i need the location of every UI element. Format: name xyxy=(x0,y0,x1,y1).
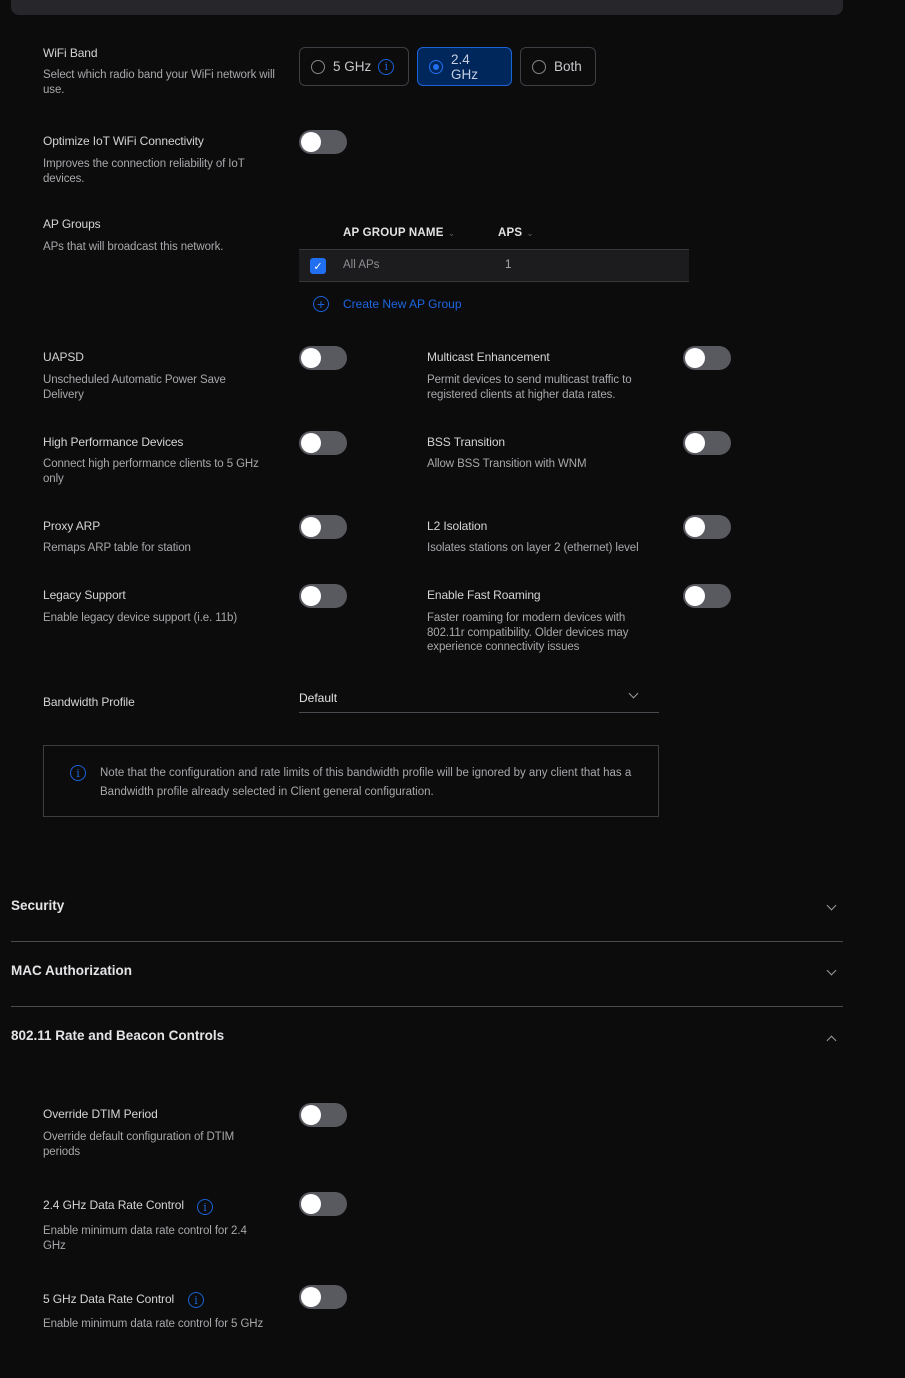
toggle-knob xyxy=(301,1194,321,1214)
toggle-knob xyxy=(301,433,321,453)
toggle-knob xyxy=(685,433,705,453)
info-icon: i xyxy=(70,765,86,781)
toggle-knob xyxy=(685,348,705,368)
l2-isolation-description: Isolates stations on layer 2 (ethernet) … xyxy=(427,542,639,554)
toggle-knob xyxy=(301,517,321,537)
column-header-ap-group-name[interactable]: AP GROUP NAME ⌄ xyxy=(343,227,455,239)
override-dtim-description: Override default configuration of DTIM p… xyxy=(43,1131,235,1158)
rate-control-5-description: Enable minimum data rate control for 5 G… xyxy=(43,1318,264,1330)
bandwidth-note-text: Note that the configuration and rate lim… xyxy=(100,767,632,798)
toggle-knob xyxy=(301,348,321,368)
band-option-label: Both xyxy=(554,59,582,74)
iot-description: Improves the connection reliability of I… xyxy=(43,158,245,185)
info-icon[interactable]: i xyxy=(378,58,395,75)
chevron-down-icon xyxy=(826,965,837,976)
uapsd-toggle[interactable] xyxy=(299,346,347,370)
ap-group-name: All APs xyxy=(343,259,380,271)
toggle-knob xyxy=(685,586,705,606)
rate-control-24-toggle[interactable] xyxy=(299,1192,347,1216)
section-rate-beacon-controls[interactable]: 802.11 Rate and Beacon Controls xyxy=(11,1007,843,1072)
band-option-both[interactable]: Both xyxy=(520,47,596,86)
chevron-up-icon xyxy=(826,1035,837,1046)
checkmark-icon: ✓ xyxy=(313,260,323,273)
bandwidth-profile-label: Bandwidth Profile xyxy=(43,695,135,709)
fast-roaming-label: Enable Fast Roaming xyxy=(427,588,541,602)
section-title: 802.11 Rate and Beacon Controls xyxy=(11,1028,225,1043)
info-icon[interactable]: i xyxy=(188,1292,204,1308)
radio-circle-icon xyxy=(311,59,325,74)
uapsd-description: Unscheduled Automatic Power Save Deliver… xyxy=(43,374,226,401)
iot-toggle[interactable] xyxy=(299,130,347,154)
info-icon[interactable]: i xyxy=(197,1199,213,1215)
multicast-enhancement-toggle[interactable] xyxy=(683,346,731,370)
row-checkbox[interactable]: ✓ xyxy=(310,258,326,274)
chevron-down-icon xyxy=(826,900,837,911)
ap-groups-description: APs that will broadcast this network. xyxy=(43,241,224,253)
section-security[interactable]: Security xyxy=(11,877,843,942)
rate-control-5-toggle[interactable] xyxy=(299,1285,347,1309)
create-ap-group-link[interactable]: + Create New AP Group xyxy=(313,296,462,312)
column-header-aps[interactable]: APS ⌄ xyxy=(498,227,534,239)
multicast-enhancement-description: Permit devices to send multicast traffic… xyxy=(427,374,632,401)
section-mac-authorization[interactable]: MAC Authorization xyxy=(11,942,843,1007)
legacy-support-label: Legacy Support xyxy=(43,588,126,602)
band-option-label: 2.4 GHz xyxy=(451,51,478,82)
section-title: MAC Authorization xyxy=(11,963,132,978)
plus-circle-icon: + xyxy=(313,296,329,312)
table-row[interactable]: ✓ All APs 1 xyxy=(299,249,689,282)
toggle-knob xyxy=(301,1287,321,1307)
override-dtim-label: Override DTIM Period xyxy=(43,1107,158,1121)
iot-label: Optimize IoT WiFi Connectivity xyxy=(43,134,204,148)
proxy-arp-description: Remaps ARP table for station xyxy=(43,542,191,554)
rate-control-24-label-text: 2.4 GHz Data Rate Control xyxy=(43,1198,184,1212)
bss-transition-label: BSS Transition xyxy=(427,435,505,449)
chevron-down-icon xyxy=(628,688,639,699)
bss-transition-toggle[interactable] xyxy=(683,431,731,455)
high-performance-devices-description: Connect high performance clients to 5 GH… xyxy=(43,458,259,485)
toggle-knob xyxy=(301,132,321,152)
uapsd-label: UAPSD xyxy=(43,350,84,364)
band-option-5ghz[interactable]: 5 GHz i xyxy=(299,47,409,86)
bss-transition-description: Allow BSS Transition with WNM xyxy=(427,458,587,470)
wifi-band-label: WiFi Band xyxy=(43,46,98,60)
ap-groups-label: AP Groups xyxy=(43,217,101,231)
high-performance-devices-toggle[interactable] xyxy=(299,431,347,455)
radio-circle-icon xyxy=(532,59,546,74)
rate-control-24-description: Enable minimum data rate control for 2.4… xyxy=(43,1225,247,1252)
legacy-support-toggle[interactable] xyxy=(299,584,347,608)
bandwidth-note: i Note that the configuration and rate l… xyxy=(43,745,659,817)
ap-count: 1 xyxy=(505,259,512,271)
wifi-band-description: Select which radio band your WiFi networ… xyxy=(43,69,275,96)
toggle-knob xyxy=(685,517,705,537)
previous-section-card xyxy=(11,0,843,15)
bandwidth-profile-value: Default xyxy=(299,691,338,705)
column-header-label: APS xyxy=(498,227,523,239)
override-dtim-toggle[interactable] xyxy=(299,1103,347,1127)
sort-chevron-icon: ⌄ xyxy=(526,228,534,238)
fast-roaming-toggle[interactable] xyxy=(683,584,731,608)
rate-control-24-label: 2.4 GHz Data Rate Control xyxy=(43,1198,184,1212)
high-performance-devices-label: High Performance Devices xyxy=(43,435,184,449)
create-ap-group-label: Create New AP Group xyxy=(343,297,462,311)
fast-roaming-description: Faster roaming for modern devices with 8… xyxy=(427,612,629,653)
sort-chevron-icon: ⌄ xyxy=(447,228,456,238)
l2-isolation-toggle[interactable] xyxy=(683,515,731,539)
proxy-arp-label: Proxy ARP xyxy=(43,519,101,533)
band-option-label: 5 GHz xyxy=(333,59,372,74)
rate-control-5-label-text: 5 GHz Data Rate Control xyxy=(43,1292,175,1306)
legacy-support-description: Enable legacy device support (i.e. 11b) xyxy=(43,612,238,624)
proxy-arp-toggle[interactable] xyxy=(299,515,347,539)
band-option-2-4ghz[interactable]: 2.4 GHz xyxy=(417,47,512,86)
toggle-knob xyxy=(301,586,321,606)
radio-selected-icon xyxy=(429,59,443,74)
multicast-enhancement-label: Multicast Enhancement xyxy=(427,350,550,364)
rate-control-5-label: 5 GHz Data Rate Control xyxy=(43,1292,174,1306)
bandwidth-profile-select[interactable]: Default xyxy=(299,688,659,713)
toggle-knob xyxy=(301,1105,321,1125)
column-header-label: AP GROUP NAME xyxy=(343,227,444,239)
l2-isolation-label: L2 Isolation xyxy=(427,519,488,533)
section-title: Security xyxy=(11,898,65,913)
